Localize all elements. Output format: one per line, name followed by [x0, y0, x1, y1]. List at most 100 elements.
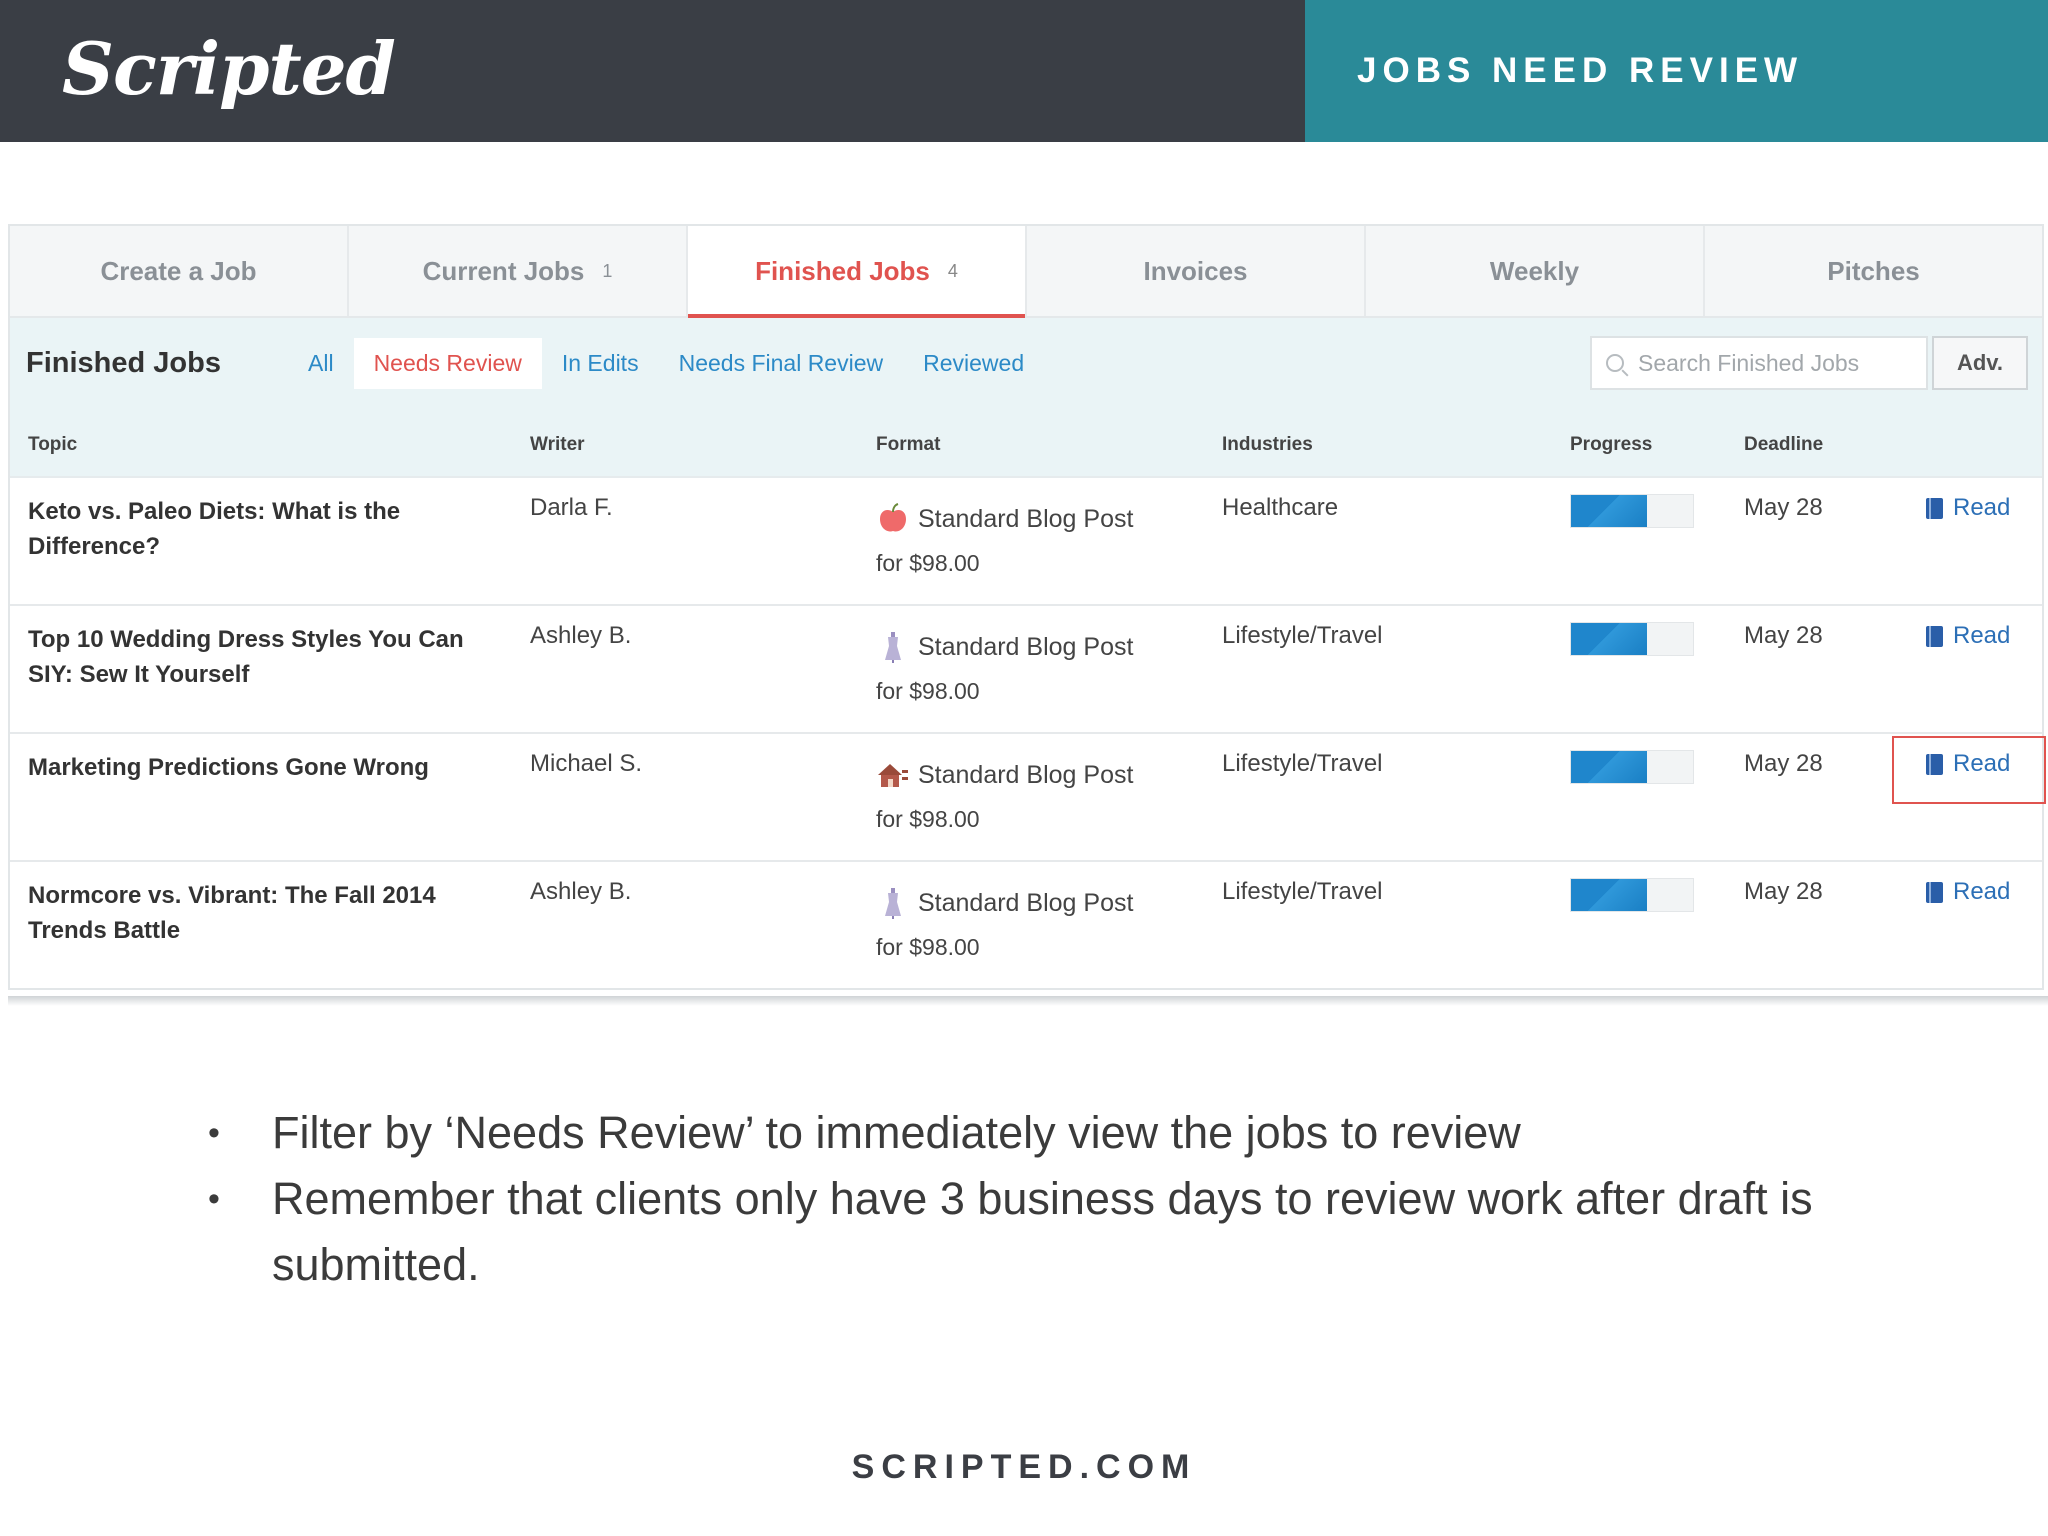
filter-all[interactable]: All — [288, 338, 354, 389]
tab-label: Invoices — [1143, 255, 1248, 286]
job-format: Standard Blog Post for $98.00 — [876, 758, 1196, 833]
bullet-item: • Remember that clients only have 3 busi… — [208, 1166, 1908, 1298]
job-industry: Lifestyle/Travel — [1222, 878, 1383, 905]
job-writer: Ashley B. — [530, 878, 632, 905]
progress-bar — [1570, 494, 1694, 528]
read-button[interactable]: Read — [1926, 622, 2010, 650]
slide-header: Scripted JOBS NEED REVIEW — [0, 0, 2048, 142]
tab-label: Current Jobs — [422, 255, 585, 286]
job-writer: Darla F. — [530, 494, 613, 521]
job-topic-link[interactable]: Normcore vs. Vibrant: The Fall 2014 Tren… — [28, 878, 478, 948]
format-price: for $98.00 — [876, 678, 980, 704]
footer-url: SCRIPTED.COM — [851, 1448, 1197, 1486]
format-name: Standard Blog Post — [918, 888, 1134, 917]
progress-fill — [1571, 623, 1647, 655]
read-label: Read — [1953, 878, 2011, 905]
job-writer: Ashley B. — [530, 622, 632, 649]
read-button-highlight — [1892, 736, 2046, 804]
format-name: Standard Blog Post — [918, 504, 1134, 533]
tab-label: Finished Jobs — [755, 255, 930, 286]
dress-form-icon — [885, 888, 901, 919]
format-name: Standard Blog Post — [918, 632, 1134, 661]
filter-reviewed[interactable]: Reviewed — [903, 338, 1044, 389]
bullet-text: Filter by ‘Needs Review’ to immediately … — [272, 1107, 1521, 1158]
dress-form-icon — [885, 632, 901, 663]
table-row: Top 10 Wedding Dress Styles You Can SIY:… — [10, 606, 2042, 734]
progress-fill — [1571, 495, 1647, 527]
read-button[interactable]: Read — [1926, 494, 2010, 522]
main-tabs: Create a Job Current Jobs 1 Finished Jobs… — [10, 226, 2042, 318]
job-writer: Michael S. — [530, 750, 643, 777]
job-industry: Lifestyle/Travel — [1222, 622, 1383, 649]
progress-bar — [1570, 622, 1694, 656]
progress-fill — [1571, 751, 1647, 783]
tab-label: Pitches — [1827, 255, 1920, 286]
panel-shadow — [8, 996, 2048, 1006]
job-format: Standard Blog Post for $98.00 — [876, 886, 1196, 961]
book-icon — [1926, 881, 1943, 903]
header-title-area: JOBS NEED REVIEW — [1305, 0, 2048, 142]
section-title: Finished Jobs — [26, 346, 221, 379]
filter-in-edits[interactable]: In Edits — [542, 338, 659, 389]
job-topic-link[interactable]: Marketing Predictions Gone Wrong — [28, 750, 478, 785]
progress-bar — [1570, 878, 1694, 912]
tab-count: 1 — [602, 260, 613, 281]
table-row: Marketing Predictions Gone Wrong Michael… — [10, 734, 2046, 862]
header-logo-area: Scripted — [0, 0, 1305, 142]
tab-count: 4 — [947, 260, 958, 281]
job-deadline: May 28 — [1744, 750, 1823, 777]
table-header: Topic Writer Format Industries Progress … — [10, 408, 2042, 478]
job-format: Standard Blog Post for $98.00 — [876, 502, 1196, 577]
table-row: Keto vs. Paleo Diets: What is the Differ… — [10, 478, 2042, 606]
tab-weekly[interactable]: Weekly — [1366, 226, 1705, 316]
job-deadline: May 28 — [1744, 878, 1823, 905]
advanced-search-button[interactable]: Adv. — [1932, 336, 2028, 390]
column-writer[interactable]: Writer — [530, 434, 585, 456]
tab-finished-jobs[interactable]: Finished Jobs 4 — [688, 226, 1027, 318]
tab-label: Create a Job — [100, 255, 257, 286]
bullet-text: Remember that clients only have 3 busine… — [272, 1173, 1813, 1290]
search-box — [1590, 336, 1928, 390]
progress-bar — [1570, 750, 1694, 784]
slide-title: JOBS NEED REVIEW — [1357, 51, 1804, 90]
column-progress[interactable]: Progress — [1570, 434, 1652, 456]
jobs-table-body: Keto vs. Paleo Diets: What is the Differ… — [10, 478, 2046, 990]
bullet-dot: • — [208, 1180, 220, 1218]
tab-create-job[interactable]: Create a Job — [10, 226, 349, 316]
job-topic-link[interactable]: Top 10 Wedding Dress Styles You Can SIY:… — [28, 622, 478, 692]
book-icon — [1926, 625, 1943, 647]
search-input[interactable] — [1638, 349, 1918, 377]
format-price: for $98.00 — [876, 550, 980, 576]
progress-fill — [1571, 879, 1647, 911]
bullet-item: • Filter by ‘Needs Review’ to immediatel… — [208, 1100, 1908, 1166]
job-industry: Lifestyle/Travel — [1222, 750, 1383, 777]
scripted-logo: Scripted — [62, 26, 396, 111]
column-industries[interactable]: Industries — [1222, 434, 1313, 456]
app-screenshot-panel: Create a Job Current Jobs 1 Finished Jobs… — [8, 224, 2046, 990]
read-button[interactable]: Read — [1926, 878, 2010, 906]
bullet-list: • Filter by ‘Needs Review’ to immediatel… — [208, 1100, 1908, 1298]
job-deadline: May 28 — [1744, 622, 1823, 649]
tab-invoices[interactable]: Invoices — [1027, 226, 1366, 316]
column-topic[interactable]: Topic — [28, 434, 77, 456]
read-label: Read — [1953, 494, 2011, 521]
column-format[interactable]: Format — [876, 434, 940, 456]
job-deadline: May 28 — [1744, 494, 1823, 521]
read-label: Read — [1953, 622, 2011, 649]
filter-needs-final-review[interactable]: Needs Final Review — [659, 338, 904, 389]
format-name: Standard Blog Post — [918, 760, 1134, 789]
tab-pitches[interactable]: Pitches — [1705, 226, 2042, 316]
format-price: for $98.00 — [876, 806, 980, 832]
format-price: for $98.00 — [876, 934, 980, 960]
apple-icon — [880, 503, 906, 532]
job-format: Standard Blog Post for $98.00 — [876, 630, 1196, 705]
tab-label: Weekly — [1489, 255, 1580, 286]
column-deadline[interactable]: Deadline — [1744, 434, 1823, 456]
bullet-dot: • — [208, 1114, 220, 1152]
job-topic-link[interactable]: Keto vs. Paleo Diets: What is the Differ… — [28, 494, 478, 564]
filter-needs-review[interactable]: Needs Review — [353, 337, 542, 389]
tab-current-jobs[interactable]: Current Jobs 1 — [349, 226, 688, 316]
house-icon — [878, 764, 908, 787]
table-row: Normcore vs. Vibrant: The Fall 2014 Tren… — [10, 862, 2042, 990]
search-icon — [1606, 354, 1624, 372]
